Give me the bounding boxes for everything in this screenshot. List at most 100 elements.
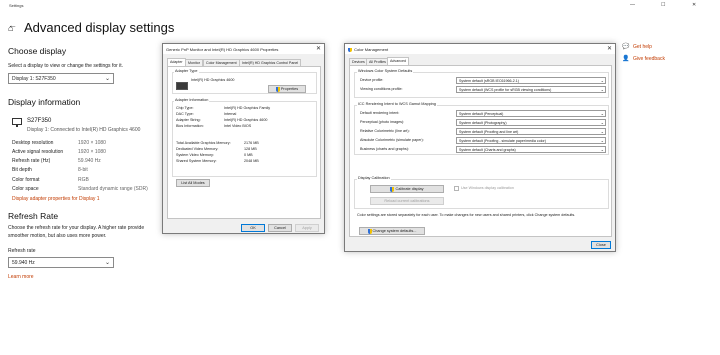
use-windows-calibration-checkbox[interactable] bbox=[454, 186, 459, 191]
adapter-properties-link[interactable]: Display adapter properties for Display 1 bbox=[12, 196, 100, 202]
close-icon[interactable]: ✕ bbox=[607, 45, 612, 52]
monitor-subtext: Display 1: Connected to Intel(R) HD Grap… bbox=[27, 127, 141, 133]
chevron-down-icon: ⌄ bbox=[104, 260, 110, 266]
adapter-tab-panel: Adapter Type Intel(R) HD Graphics 4600 P… bbox=[167, 66, 321, 219]
properties-button[interactable]: Properties bbox=[268, 85, 306, 93]
refresh-rate-select[interactable]: 59.940 Hz ⌄ bbox=[8, 257, 114, 268]
info-value: Intel(R) HD Graphics Family bbox=[224, 106, 271, 110]
intent-select[interactable]: System default (Proofing and line art) ⌄ bbox=[456, 128, 606, 135]
viewing-conditions-label: Viewing conditions profile: bbox=[360, 87, 403, 91]
info-key: Bios Information: bbox=[176, 124, 204, 128]
adapter-info-label: Adapter Information bbox=[174, 98, 210, 102]
advanced-tab-panel: Windows Color System Defaults Device pro… bbox=[349, 65, 612, 237]
intent-label: Absolute Colorimetric (simulate paper): bbox=[360, 138, 424, 142]
intent-select[interactable]: System default (Perceptual) ⌄ bbox=[456, 110, 606, 117]
choose-display-heading: Choose display bbox=[8, 46, 67, 56]
info-key: Chip Type: bbox=[176, 106, 194, 110]
calibrate-display-label: Calibrate display bbox=[395, 187, 424, 191]
adapter-type-label: Adapter Type bbox=[174, 69, 199, 73]
tab-color-management[interactable]: Color Management bbox=[203, 59, 240, 66]
close-icon[interactable]: ✕ bbox=[692, 2, 696, 8]
tab-advanced[interactable]: Advanced bbox=[387, 57, 409, 65]
change-system-defaults-button[interactable]: Change system defaults... bbox=[359, 227, 425, 235]
refresh-rate-label: Refresh rate bbox=[8, 248, 36, 254]
device-profile-label: Device profile: bbox=[360, 78, 384, 82]
memory-key: System Video Memory: bbox=[176, 153, 215, 157]
get-help-link[interactable]: Get help bbox=[633, 44, 652, 50]
display-select[interactable]: Display 1: S27F350 ⌄ bbox=[8, 73, 114, 84]
learn-more-link[interactable]: Learn more bbox=[8, 274, 34, 280]
chevron-down-icon: ⌄ bbox=[104, 76, 110, 82]
info-key: Color space bbox=[12, 186, 39, 192]
intent-select[interactable]: System default (Photography) ⌄ bbox=[456, 119, 606, 126]
info-key: Bit depth bbox=[12, 167, 32, 173]
list-all-modes-button[interactable]: List All Modes bbox=[176, 179, 210, 187]
dialog-title: Generic PnP Monitor and Intel(R) HD Grap… bbox=[166, 47, 279, 52]
info-value: 1920 × 1080 bbox=[78, 149, 106, 155]
display-calibration-label: Display Calibration bbox=[357, 176, 391, 180]
cancel-button[interactable]: Cancel bbox=[268, 224, 292, 232]
change-system-defaults-label: Change system defaults... bbox=[372, 229, 417, 233]
chevron-down-icon: ⌄ bbox=[600, 87, 604, 92]
display-info-heading: Display information bbox=[8, 97, 81, 107]
icc-rendering-label: ICC Rendering Intent to WCS Gamut Mappin… bbox=[357, 102, 437, 106]
display-select-value: Display 1: S27F350 bbox=[12, 76, 56, 82]
refresh-rate-heading: Refresh Rate bbox=[8, 211, 59, 221]
color-management-dialog: Color Management ✕ Devices All Profiles … bbox=[344, 43, 616, 252]
memory-key: Shared System Memory: bbox=[176, 159, 217, 163]
tab-adapter[interactable]: Adapter bbox=[167, 58, 186, 66]
properties-button-label: Properties bbox=[280, 87, 299, 91]
device-profile-value: System default (sRGB IEC61966-2.1) bbox=[459, 79, 519, 83]
home-icon[interactable]: ⌂ bbox=[8, 23, 13, 33]
use-windows-calibration-label: Use Windows display calibration bbox=[461, 186, 514, 190]
close-icon[interactable]: ✕ bbox=[316, 45, 321, 52]
info-key: Active signal resolution bbox=[12, 149, 64, 155]
tab-intel-control-panel[interactable]: Intel(R) HD Graphics Control Panel bbox=[239, 59, 302, 66]
chevron-down-icon: ⌄ bbox=[600, 147, 604, 152]
memory-value: 0 MB bbox=[244, 153, 253, 157]
calibrate-display-button[interactable]: Calibrate display bbox=[370, 185, 444, 193]
adapter-name: Intel(R) HD Graphics 4600 bbox=[191, 78, 235, 82]
shield-icon bbox=[390, 186, 395, 192]
close-button[interactable]: Close bbox=[591, 241, 611, 249]
page-title: Advanced display settings bbox=[24, 20, 175, 35]
maximize-icon[interactable]: ☐ bbox=[661, 2, 665, 8]
chevron-down-icon: ⌄ bbox=[600, 78, 604, 83]
refresh-rate-value: 59.940 Hz bbox=[12, 260, 35, 266]
tab-devices[interactable]: Devices bbox=[349, 58, 368, 65]
intent-value: System default (Proofing - simulate pape… bbox=[459, 139, 546, 143]
memory-key: Dedicated Video Memory: bbox=[176, 147, 219, 151]
tab-monitor[interactable]: Monitor bbox=[185, 59, 203, 66]
choose-display-subtext: Select a display to view or change the s… bbox=[8, 63, 124, 69]
memory-value: 2176 MB bbox=[244, 141, 259, 145]
intent-label: Relative Colorimetric (line art): bbox=[360, 129, 410, 133]
give-feedback-link[interactable]: Give feedback bbox=[633, 56, 665, 62]
chevron-down-icon: ⌄ bbox=[600, 129, 604, 134]
info-key: Desktop resolution bbox=[12, 140, 54, 146]
get-help-icon: 💬 bbox=[622, 44, 630, 50]
tab-all-profiles[interactable]: All Profiles bbox=[366, 58, 389, 65]
dialog-title: Color Management bbox=[354, 47, 389, 52]
color-settings-note: Color settings are stored separately for… bbox=[357, 213, 576, 217]
viewing-conditions-value: System default (WCS profile for sRGB vie… bbox=[459, 88, 552, 92]
ok-button[interactable]: OK bbox=[241, 224, 265, 232]
memory-value: 128 MB bbox=[244, 147, 257, 151]
intent-value: System default (Proofing and line art) bbox=[459, 130, 519, 134]
info-value: Intel(R) HD Graphics 4600 bbox=[224, 118, 268, 122]
minimize-icon[interactable]: — bbox=[630, 2, 635, 8]
dialog-titlebar: Color Management ✕ bbox=[345, 44, 615, 54]
viewing-conditions-select[interactable]: System default (WCS profile for sRGB vie… bbox=[456, 86, 606, 93]
reload-calibrations-button[interactable]: Reload current calibrations bbox=[370, 197, 444, 205]
intent-select[interactable]: System default (Proofing - simulate pape… bbox=[456, 137, 606, 144]
device-profile-select[interactable]: System default (sRGB IEC61966-2.1) ⌄ bbox=[456, 77, 606, 84]
wcs-defaults-group bbox=[354, 72, 609, 98]
intent-select[interactable]: System default (Charts and graphs) ⌄ bbox=[456, 146, 606, 153]
chevron-down-icon: ⌄ bbox=[600, 138, 604, 143]
monitor-name: S27F350 bbox=[27, 118, 52, 124]
memory-value: 2048 MB bbox=[244, 159, 259, 163]
refresh-rate-text-1: Choose the refresh rate for your display… bbox=[8, 225, 145, 231]
apply-button[interactable]: Apply bbox=[295, 224, 319, 232]
adapter-properties-dialog: Generic PnP Monitor and Intel(R) HD Grap… bbox=[162, 43, 325, 234]
intent-label: Perceptual (photo images): bbox=[360, 120, 405, 124]
intent-value: System default (Photography) bbox=[459, 121, 507, 125]
